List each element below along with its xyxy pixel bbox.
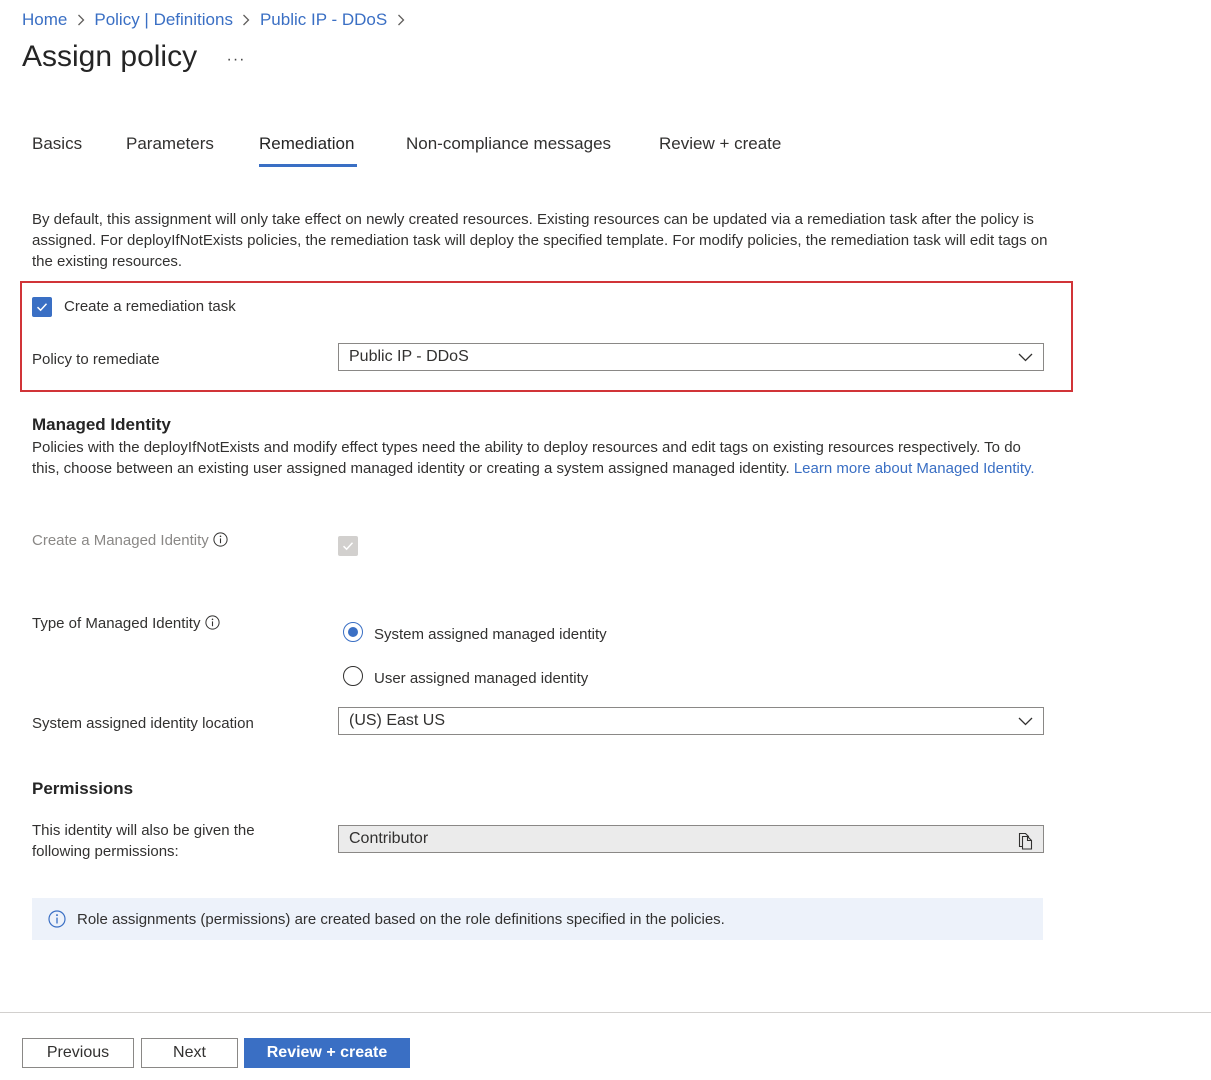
user-assigned-radio[interactable] [343,666,363,686]
tab-remediation[interactable]: Remediation [259,134,354,158]
user-assigned-label: User assigned managed identity [374,670,589,687]
chevron-down-icon [1018,717,1033,726]
system-assigned-label: System assigned managed identity [374,626,607,643]
breadcrumb: Home Policy | Definitions Public IP - DD… [22,8,414,32]
permissions-value: Contributor [349,830,429,847]
checkmark-icon [342,542,354,551]
tab-non-compliance-messages[interactable]: Non-compliance messages [406,134,611,158]
permissions-field: Contributor [338,825,1044,853]
breadcrumb-policy-definitions[interactable]: Policy | Definitions [94,10,233,30]
tab-parameters[interactable]: Parameters [126,134,214,158]
radio-selected-dot [348,627,358,637]
managed-identity-title: Managed Identity [32,415,171,434]
permissions-label: This identity will also be given the fol… [32,822,255,860]
type-of-managed-identity-label: Type of Managed Identity [32,615,220,632]
info-icon[interactable] [213,532,228,547]
info-banner-text: Role assignments (permissions) are creat… [77,910,725,928]
policy-to-remediate-label: Policy to remediate [32,351,160,368]
page-title: Assign policy [22,40,198,73]
breadcrumb-home[interactable]: Home [22,10,67,30]
review-create-button[interactable]: Review + create [244,1038,410,1068]
create-remediation-task-checkbox[interactable] [32,297,52,317]
info-banner: Role assignments (permissions) are creat… [32,898,1043,940]
chevron-right-icon [233,14,260,26]
tab-basics[interactable]: Basics [32,134,82,158]
footer-divider [0,1012,1211,1013]
chevron-right-icon [67,14,94,26]
create-remediation-task-label: Create a remediation task [64,298,236,315]
permissions-title: Permissions [32,779,134,798]
type-of-managed-identity-label-text: Type of Managed Identity [32,615,201,632]
system-assigned-radio[interactable] [343,622,363,642]
remediation-intro-text: By default, this assignment will only ta… [32,211,1048,270]
copy-icon[interactable] [1015,830,1033,850]
breadcrumb-public-ip-ddos[interactable]: Public IP - DDoS [260,10,387,30]
info-icon[interactable] [205,615,220,630]
next-button[interactable]: Next [141,1038,238,1068]
policy-to-remediate-dropdown[interactable]: Public IP - DDoS [338,343,1044,371]
create-managed-identity-checkbox [338,536,358,556]
chevron-down-icon [1018,353,1033,362]
more-options-button[interactable]: ··· [225,48,247,72]
create-managed-identity-label: Create a Managed Identity [32,532,228,549]
previous-button[interactable]: Previous [22,1038,134,1068]
managed-identity-description: Policies with the deployIfNotExists and … [32,437,1047,479]
learn-more-managed-identity-link[interactable]: Learn more about Managed Identity. [794,460,1035,477]
info-icon [48,910,66,928]
identity-location-label: System assigned identity location [32,715,254,732]
checkmark-icon [36,303,48,312]
policy-to-remediate-value: Public IP - DDoS [349,348,469,365]
tab-review-create[interactable]: Review + create [659,134,781,158]
identity-location-dropdown[interactable]: (US) East US [338,707,1044,735]
create-managed-identity-label-text: Create a Managed Identity [32,532,209,549]
chevron-right-icon [387,14,414,26]
active-tab-indicator [259,164,357,167]
identity-location-value: (US) East US [349,712,446,729]
